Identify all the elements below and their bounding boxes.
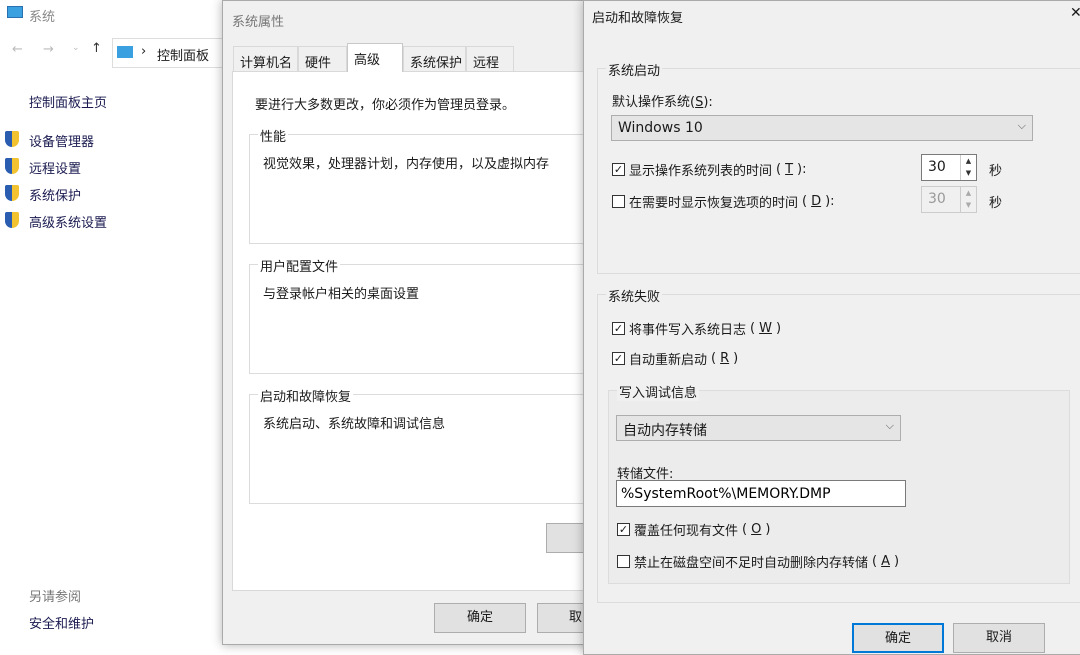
sidebar-link-remote-settings[interactable]: 远程设置 bbox=[29, 158, 81, 177]
shield-icon bbox=[5, 158, 19, 174]
checkbox-unchecked-icon bbox=[612, 195, 625, 208]
shield-icon bbox=[5, 212, 19, 228]
tab-computer-name[interactable]: 计算机名 bbox=[233, 46, 298, 72]
os-list-time-spinner[interactable]: 30 ▲ ▼ bbox=[921, 154, 977, 181]
show-recovery-checkbox[interactable]: 在需要时显示恢复选项的时间(D): bbox=[612, 192, 835, 211]
tab-panel: 要进行大多数更改，你必须作为管理员登录。 性能 视觉效果，处理器计划，内存使用，… bbox=[232, 71, 609, 591]
chevron-down-icon: ⌵ bbox=[1017, 119, 1026, 132]
ok-button[interactable]: 确定 bbox=[852, 623, 944, 653]
dialog-title: 启动和故障恢复 bbox=[592, 11, 684, 26]
user-profiles-group: 用户配置文件 与登录帐户相关的桌面设置 bbox=[249, 256, 609, 374]
ok-button[interactable]: 确定 bbox=[434, 603, 526, 633]
sidebar-link-device-manager[interactable]: 设备管理器 bbox=[29, 131, 94, 150]
startup-recovery-group: 启动和故障恢复 系统启动、系统故障和调试信息 bbox=[249, 386, 609, 504]
recent-dropdown[interactable]: ⌄ bbox=[72, 43, 80, 53]
dump-type-select[interactable]: 自动内存转储 ⌵ bbox=[616, 415, 901, 441]
up-button[interactable]: ↑ bbox=[91, 41, 102, 56]
debug-info-group: 写入调试信息 自动内存转储⌵ 转储文件: ✓覆盖任何现有文件(O) 禁止在磁盘空… bbox=[608, 382, 1070, 584]
shield-icon bbox=[5, 131, 19, 147]
tab-hardware[interactable]: 硬件 bbox=[298, 46, 347, 72]
dump-file-input[interactable] bbox=[616, 480, 906, 507]
breadcrumb[interactable]: 控制面板 bbox=[157, 45, 209, 64]
overwrite-checkbox[interactable]: ✓ 覆盖任何现有文件(O) bbox=[617, 520, 770, 539]
checkbox-checked-icon: ✓ bbox=[617, 523, 630, 536]
cancel-button[interactable]: 取消 bbox=[953, 623, 1045, 653]
back-button[interactable]: ← bbox=[12, 42, 23, 57]
startup-recovery-dialog: 启动和故障恢复 ✕ 系统启动 默认操作系统(S): Windows 10 ⌵ ✓ 显… bbox=[583, 0, 1080, 655]
monitor-icon bbox=[117, 46, 133, 58]
see-also-heading: 另请参阅 bbox=[29, 590, 82, 605]
system-properties-dialog: 系统属性 计算机名 硬件 系统保护 远程 要进行大多数更改，你必须作为管理员登录… bbox=[222, 0, 629, 645]
dialog-title: 系统属性 bbox=[232, 15, 285, 30]
shield-icon bbox=[5, 185, 19, 201]
checkbox-unchecked-icon bbox=[617, 555, 630, 568]
performance-group: 性能 视觉效果，处理器计划，内存使用，以及虚拟内存 bbox=[249, 126, 609, 244]
chevron-down-icon: ⌵ bbox=[885, 419, 894, 432]
security-maintenance-link[interactable]: 安全和维护 bbox=[29, 613, 94, 632]
sidebar-link-advanced-settings[interactable]: 高级系统设置 bbox=[29, 212, 107, 231]
window-title: 系统 bbox=[29, 10, 56, 25]
address-bar[interactable]: › 控制面板 bbox=[112, 38, 232, 68]
forward-button[interactable]: → bbox=[43, 42, 54, 57]
group-description: 系统启动、系统故障和调试信息 bbox=[263, 417, 446, 432]
default-os-select[interactable]: Windows 10 ⌵ bbox=[611, 115, 1033, 141]
checkbox-checked-icon: ✓ bbox=[612, 322, 625, 335]
monitor-icon bbox=[7, 6, 23, 18]
seconds-unit: 秒 bbox=[989, 196, 1003, 211]
tab-remote[interactable]: 远程 bbox=[466, 46, 514, 72]
checkbox-checked-icon: ✓ bbox=[612, 352, 625, 365]
system-failure-group: 系统失败 ✓ 将事件写入系统日志(W) ✓ 自动重新启动(R) 写入调试信息 自动内… bbox=[597, 286, 1080, 603]
show-os-list-checkbox[interactable]: ✓ 显示操作系统列表的时间(T): bbox=[612, 160, 807, 179]
group-description: 与登录帐户相关的桌面设置 bbox=[263, 287, 420, 302]
system-startup-group: 系统启动 默认操作系统(S): Windows 10 ⌵ ✓ 显示操作系统列表的时间… bbox=[597, 60, 1080, 274]
chevron-right-icon: › bbox=[141, 44, 147, 59]
close-icon[interactable]: ✕ bbox=[1070, 5, 1080, 21]
group-description: 视觉效果，处理器计划，内存使用，以及虚拟内存 bbox=[263, 157, 550, 172]
admin-note: 要进行大多数更改，你必须作为管理员登录。 bbox=[255, 98, 516, 113]
tab-system-protection[interactable]: 系统保护 bbox=[403, 46, 466, 72]
tab-advanced[interactable]: 高级 bbox=[347, 43, 403, 72]
spinner-arrows-icon[interactable]: ▲ ▼ bbox=[960, 187, 976, 212]
seconds-unit: 秒 bbox=[989, 164, 1003, 179]
sidebar-link-system-protection[interactable]: 系统保护 bbox=[29, 185, 81, 204]
sidebar-home-link[interactable]: 控制面板主页 bbox=[29, 92, 107, 111]
recovery-time-spinner[interactable]: 30 ▲ ▼ bbox=[921, 186, 977, 213]
auto-restart-checkbox[interactable]: ✓ 自动重新启动(R) bbox=[612, 349, 738, 368]
checkbox-checked-icon: ✓ bbox=[612, 163, 625, 176]
write-event-checkbox[interactable]: ✓ 将事件写入系统日志(W) bbox=[612, 319, 781, 338]
default-os-label: 默认操作系统(S): bbox=[612, 95, 713, 110]
spinner-arrows-icon[interactable]: ▲ ▼ bbox=[960, 155, 976, 180]
disable-auto-delete-checkbox[interactable]: 禁止在磁盘空间不足时自动删除内存转储(A) bbox=[617, 552, 899, 571]
